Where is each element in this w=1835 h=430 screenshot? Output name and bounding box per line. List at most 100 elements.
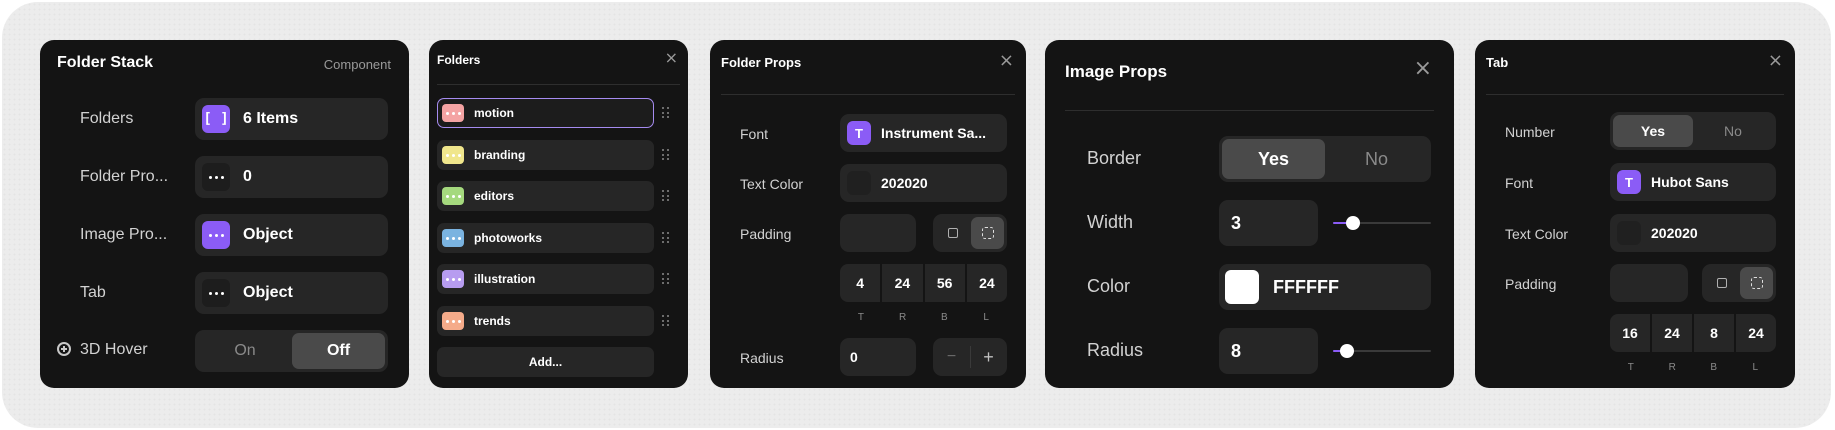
drag-handle-icon[interactable] [662, 107, 670, 119]
drag-handle-icon[interactable] [662, 232, 670, 244]
padding-all-field[interactable] [840, 214, 916, 252]
folder-item[interactable]: trends [437, 306, 654, 336]
square-icon[interactable] [1705, 267, 1738, 299]
folder-item[interactable]: photoworks [437, 223, 654, 253]
width-slider[interactable] [1333, 216, 1431, 230]
minus-button[interactable]: − [933, 338, 970, 376]
side-letter: T [1627, 362, 1634, 373]
folders-field[interactable]: [ ] 6 Items [195, 98, 388, 140]
tab-field[interactable]: Object [195, 272, 388, 314]
radius-stepper: − + [933, 338, 1007, 376]
folder-name: illustration [474, 272, 536, 286]
drag-handle-icon[interactable] [662, 315, 670, 327]
radius-label: Radius [1087, 340, 1144, 360]
close-icon[interactable]: × [665, 50, 678, 66]
plus-button[interactable]: + [970, 338, 1007, 376]
padding-side-letters: T R B L [1610, 362, 1776, 373]
folder-item[interactable]: branding [437, 140, 654, 170]
text-color-label: Text Color [740, 176, 804, 192]
drag-handle-icon[interactable] [662, 149, 670, 161]
panel-title: Tab [1486, 55, 1509, 70]
padding-right[interactable]: 24 [1652, 314, 1692, 352]
folder-item[interactable]: editors [437, 181, 654, 211]
close-icon[interactable]: × [999, 52, 1014, 70]
radius-slider[interactable] [1333, 344, 1431, 358]
hover-label: 3D Hover [80, 341, 148, 358]
color-field[interactable]: FFFFFF [1219, 264, 1431, 310]
folder-color-swatch [442, 146, 464, 164]
folder-color-swatch [442, 270, 464, 288]
plus-circle-icon[interactable] [57, 342, 71, 356]
padding-all-field[interactable] [1610, 264, 1688, 302]
folder-name: photoworks [474, 231, 542, 245]
color-value: FFFFFF [1273, 276, 1339, 297]
font-field[interactable]: T Instrument Sa... [840, 114, 1007, 152]
image-props-value: Object [243, 226, 293, 243]
image-props-field[interactable]: Object [195, 214, 388, 256]
radius-value: 0 [850, 349, 858, 365]
hover-toggle: On Off [195, 330, 388, 372]
text-icon: T [847, 121, 871, 145]
folder-props-field[interactable]: 0 [195, 156, 388, 198]
text-color-value: 202020 [1651, 225, 1698, 241]
side-letter: B [1710, 362, 1718, 373]
padding-top[interactable]: 4 [840, 264, 881, 302]
color-swatch [1225, 270, 1259, 304]
color-swatch [1617, 221, 1641, 245]
folder-name: motion [474, 106, 514, 120]
tab-label: Tab [80, 284, 106, 301]
drag-handle-icon[interactable] [662, 273, 670, 285]
text-color-label: Text Color [1505, 226, 1569, 242]
image-props-panel: Image Props × Border Yes No Width 3 Colo… [1045, 40, 1454, 388]
radius-value: 8 [1231, 340, 1242, 361]
drag-handle-icon[interactable] [662, 190, 670, 202]
number-no-option[interactable]: No [1693, 115, 1773, 147]
padding-label: Padding [1505, 276, 1557, 292]
image-props-label: Image Pro... [80, 226, 168, 243]
hover-off-option[interactable]: Off [292, 333, 385, 369]
panel-title: Folders [437, 53, 481, 67]
side-letter: R [1668, 362, 1676, 373]
width-label: Width [1087, 212, 1134, 232]
radius-input[interactable]: 0 [840, 338, 916, 376]
color-swatch [847, 171, 871, 195]
padding-sides-icon[interactable] [971, 217, 1004, 249]
tab-value: Object [243, 284, 293, 301]
padding-bottom[interactable]: 56 [924, 264, 965, 302]
font-field[interactable]: T Hubot Sans [1610, 163, 1776, 201]
padding-left[interactable]: 24 [966, 264, 1007, 302]
add-folder-button[interactable]: Add... [437, 347, 654, 377]
folder-stack-panel: Folder Stack Component Folders [ ] 6 Ite… [40, 40, 409, 388]
padding-mode-toggle [933, 214, 1007, 252]
text-color-field[interactable]: 202020 [1610, 214, 1776, 252]
border-no-option[interactable]: No [1325, 139, 1428, 179]
hover-on-option[interactable]: On [198, 333, 292, 369]
slider-thumb[interactable] [1339, 344, 1354, 358]
close-icon[interactable]: × [1768, 52, 1783, 70]
square-icon[interactable] [936, 217, 969, 249]
folder-color-swatch [442, 229, 464, 247]
border-yes-option[interactable]: Yes [1222, 139, 1325, 179]
padding-values: 16 24 8 24 [1610, 314, 1776, 352]
radius-label: Radius [740, 350, 784, 366]
padding-top[interactable]: 16 [1610, 314, 1650, 352]
side-letter: R [899, 312, 907, 323]
border-toggle: Yes No [1219, 136, 1431, 182]
more-icon [202, 163, 230, 191]
padding-right[interactable]: 24 [882, 264, 923, 302]
text-color-field[interactable]: 202020 [840, 164, 1007, 202]
padding-sides-icon[interactable] [1740, 267, 1773, 299]
slider-thumb[interactable] [1345, 216, 1360, 230]
folder-item[interactable]: motion [437, 98, 654, 128]
text-icon: T [1617, 170, 1641, 194]
panel-title: Image Props [1065, 62, 1168, 81]
folder-color-swatch [442, 312, 464, 330]
add-folder-label: Add... [528, 355, 563, 369]
radius-input[interactable]: 8 [1219, 328, 1318, 374]
width-input[interactable]: 3 [1219, 200, 1318, 246]
folder-item[interactable]: illustration [437, 264, 654, 294]
padding-bottom[interactable]: 8 [1694, 314, 1734, 352]
number-yes-option[interactable]: Yes [1613, 115, 1693, 147]
padding-left[interactable]: 24 [1736, 314, 1776, 352]
close-icon[interactable]: × [1414, 58, 1432, 80]
